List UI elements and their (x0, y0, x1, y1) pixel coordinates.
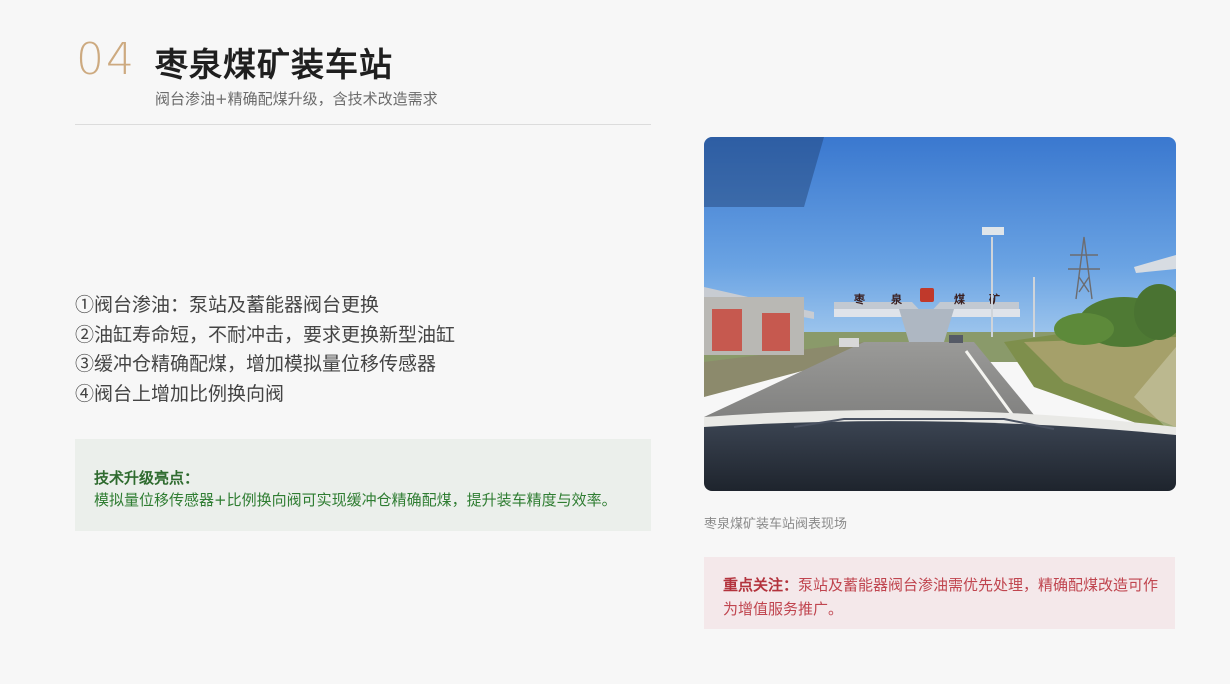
gate-sign-char: 矿 (989, 292, 1000, 306)
issue-item: ①阀台渗油：泵站及蓄能器阀台更换 (75, 294, 380, 316)
header-divider (75, 124, 651, 125)
section-number: 04 (76, 34, 136, 85)
site-photo: 枣 泉 煤 矿 (704, 137, 1176, 491)
issue-list: ①阀台渗油：泵站及蓄能器阀台更换 ②油缸寿命短，不耐冲击，要求更换新型油缸 ③缓… (75, 291, 455, 409)
gate-sign-char: 煤 (954, 292, 966, 306)
photo-caption: 枣泉煤矿装车站阀表现场 (704, 517, 848, 532)
gate-sign-char: 枣 (853, 292, 866, 306)
issue-item: ④阀台上增加比例换向阀 (75, 382, 285, 405)
site-photo-illustration: 枣 泉 煤 矿 (704, 137, 1176, 491)
tech-highlight-box: 技术升级亮点： 模拟量位移传感器+比例换向阀可实现缓冲仓精确配煤，提升装车精度与… (75, 439, 651, 531)
highlight-title: 技术升级亮点： (94, 469, 200, 487)
focus-box: 重点关注：泵站及蓄能器阀台渗油需优先处理，精确配煤改造可作为增值服务推广。 (704, 557, 1175, 629)
highlight-text: 模拟量位移传感器+比例换向阀可实现缓冲仓精确配煤，提升装车精度与效率。 (94, 491, 617, 509)
issue-item: ③缓冲仓精确配煤，增加模拟量位移传感器 (75, 353, 437, 375)
focus-label: 重点关注： (723, 576, 799, 594)
page-title: 枣泉煤矿装车站 (155, 45, 393, 84)
page-subtitle: 阀台渗油+精确配煤升级，含技术改造需求 (155, 90, 438, 108)
gate-sign-char: 泉 (890, 292, 903, 306)
company-logo-icon (920, 288, 934, 302)
issue-item: ②油缸寿命短，不耐冲击，要求更换新型油缸 (75, 323, 456, 346)
